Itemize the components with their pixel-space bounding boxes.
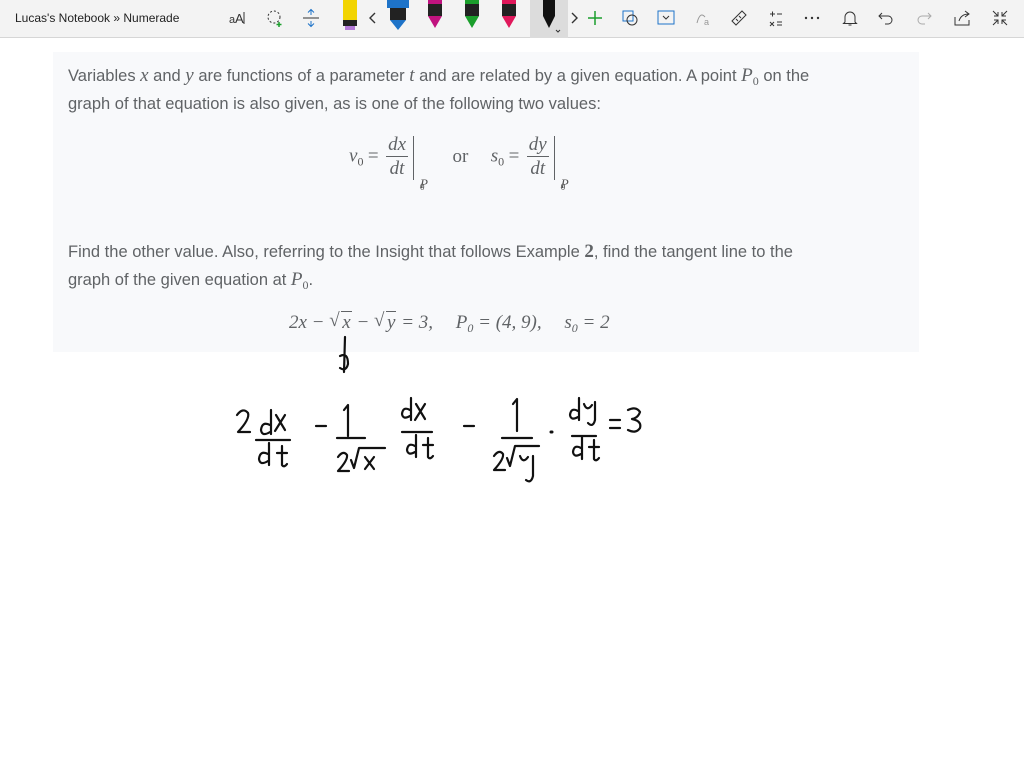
- handwriting-ink: [235, 335, 642, 483]
